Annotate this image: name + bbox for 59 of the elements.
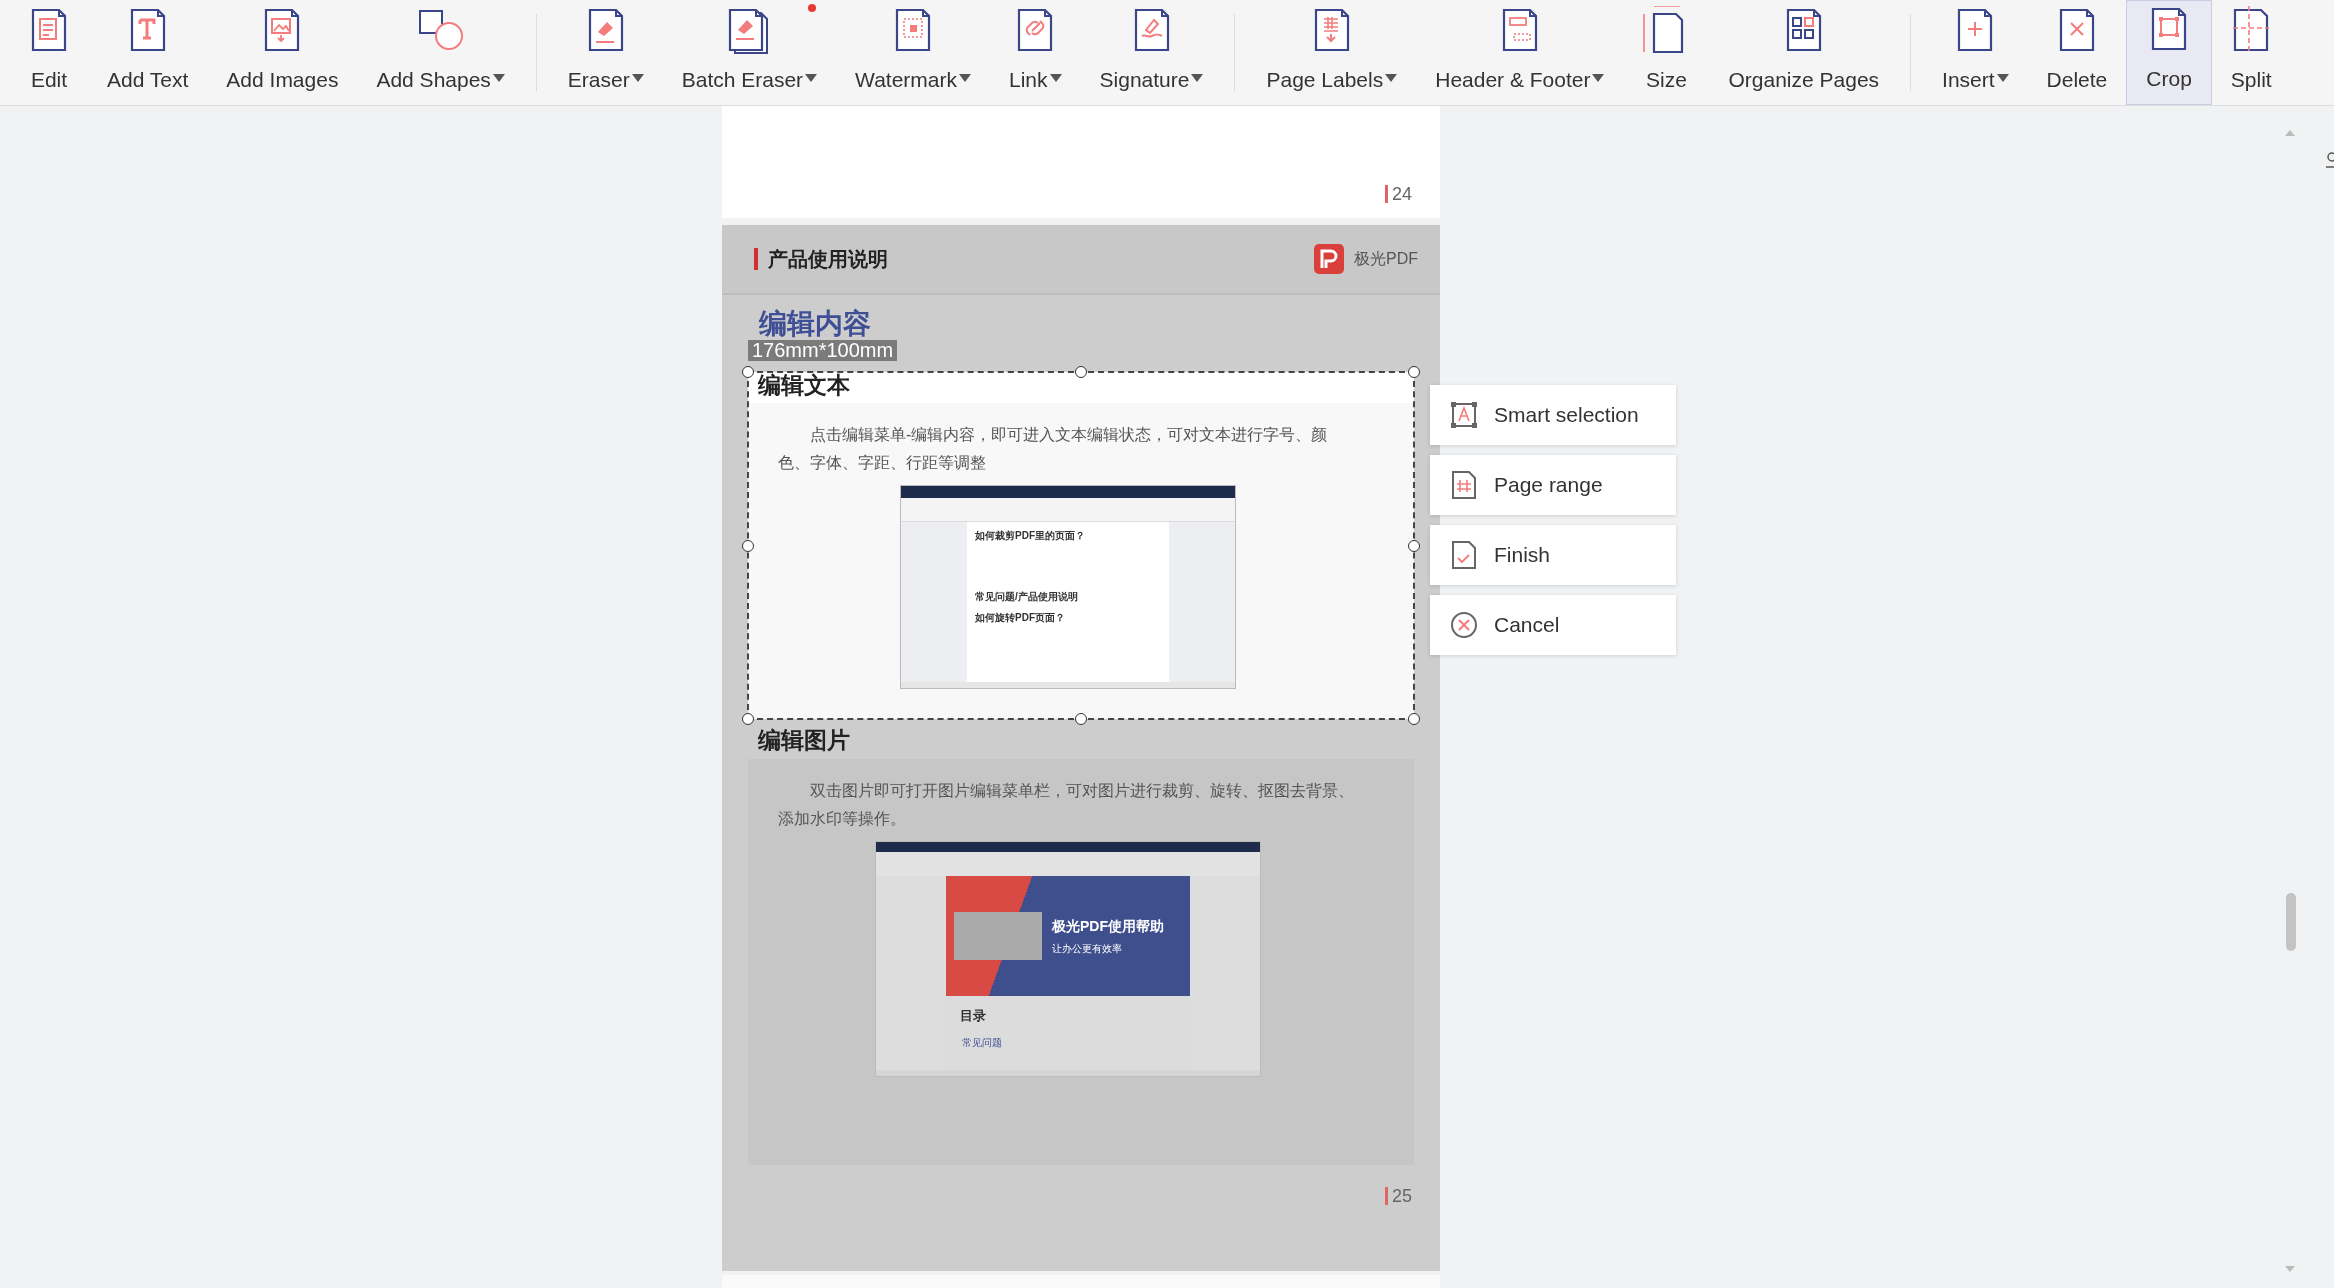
resize-handle[interactable] bbox=[742, 365, 754, 378]
caret-icon bbox=[1385, 73, 1398, 82]
scrollbar-thumb[interactable] bbox=[2286, 893, 2296, 951]
menu-item[interactable]: Finish bbox=[1430, 525, 1676, 585]
caret-icon bbox=[492, 73, 505, 82]
toolbar-button[interactable]: Header & Footer bbox=[1416, 0, 1624, 105]
close-icon bbox=[1450, 611, 1478, 639]
toolbar-button[interactable]: Crop bbox=[2126, 0, 2212, 105]
toolbar-button[interactable]: Add Text bbox=[88, 0, 208, 105]
page-number: 24 bbox=[1384, 185, 1412, 203]
block-heading: 编辑文本 bbox=[757, 371, 851, 400]
toolbar-button[interactable]: Edit bbox=[10, 0, 88, 105]
toolbar-button[interactable]: Split bbox=[2211, 0, 2291, 105]
screenshot-text: 如何旋转PDF页面？ bbox=[975, 611, 1066, 626]
logo-icon bbox=[1314, 244, 1344, 274]
caret-icon bbox=[631, 73, 644, 82]
toolbar-button[interactable]: Watermark bbox=[836, 0, 990, 105]
toolbar-button[interactable]: Add Images bbox=[207, 0, 358, 105]
toolbar-button[interactable]: Link bbox=[990, 0, 1081, 105]
menu-item[interactable]: Smart selection bbox=[1430, 385, 1676, 445]
page-check-icon bbox=[1450, 540, 1478, 570]
header-title: 产品使用说明 bbox=[754, 248, 888, 270]
screenshot-text: 常见问题/产品使用说明 bbox=[975, 590, 1079, 605]
block-heading: 编辑图片 bbox=[757, 727, 851, 756]
caret-icon bbox=[1996, 73, 2009, 82]
resize-handle[interactable] bbox=[742, 713, 754, 726]
brand-name: 极光PDF bbox=[1354, 249, 1418, 269]
toolbar-button[interactable]: Size bbox=[1623, 0, 1710, 105]
notification-dot bbox=[808, 4, 817, 12]
resize-handle[interactable] bbox=[1408, 365, 1420, 378]
resize-handle[interactable] bbox=[1408, 713, 1420, 726]
caret-icon bbox=[959, 73, 971, 82]
menu-item[interactable]: Cancel bbox=[1430, 595, 1676, 655]
section-title: 编辑内容 bbox=[759, 309, 872, 340]
toolbar-button[interactable]: Eraser bbox=[548, 0, 663, 105]
caret-icon bbox=[1191, 73, 1204, 82]
toolbar-button[interactable]: Insert bbox=[1923, 0, 2028, 105]
page-hash-icon bbox=[1450, 470, 1478, 500]
paragraph: 双击图片即可打开图片编辑菜单栏，可对图片进行裁剪、旋转、抠图去背景、添加水印等操作。 bbox=[778, 781, 1355, 829]
page-number: 25 bbox=[1384, 1187, 1412, 1205]
toolbar-button[interactable]: Organize Pages bbox=[1709, 0, 1899, 105]
paragraph: 点击编辑菜单-编辑内容，即可进入文本编辑状态，可对文本进行字号、颜色、字体、字距、行距等调整 bbox=[778, 425, 1329, 474]
split-icon bbox=[2231, 5, 2272, 54]
menu-item[interactable]: Page range bbox=[1430, 455, 1676, 515]
toolbar-button[interactable]: Delete bbox=[2027, 0, 2127, 105]
text-selection-icon bbox=[1450, 401, 1478, 429]
caret-icon bbox=[805, 73, 818, 82]
screenshot-text: 如何裁剪PDF里的页面？ bbox=[975, 529, 1086, 544]
resize-handle[interactable] bbox=[1075, 365, 1087, 378]
caret-icon bbox=[1592, 73, 1605, 82]
toolbar-button[interactable]: Add Shapes bbox=[357, 0, 524, 105]
toolbar-button[interactable]: Batch Eraser bbox=[662, 0, 837, 105]
banner-title: 极光PDF使用帮助 bbox=[1052, 917, 1164, 936]
crop-size-label: 176mm*100mm bbox=[748, 339, 898, 361]
caret-icon bbox=[1049, 73, 1062, 82]
screenshot-heading: 目录 bbox=[960, 1007, 987, 1025]
banner-subtitle: 让办公更有效率 bbox=[1052, 942, 1123, 956]
toolbar-button[interactable]: Signature bbox=[1080, 0, 1223, 105]
toolbar-button[interactable]: Page Labels bbox=[1247, 0, 1417, 105]
